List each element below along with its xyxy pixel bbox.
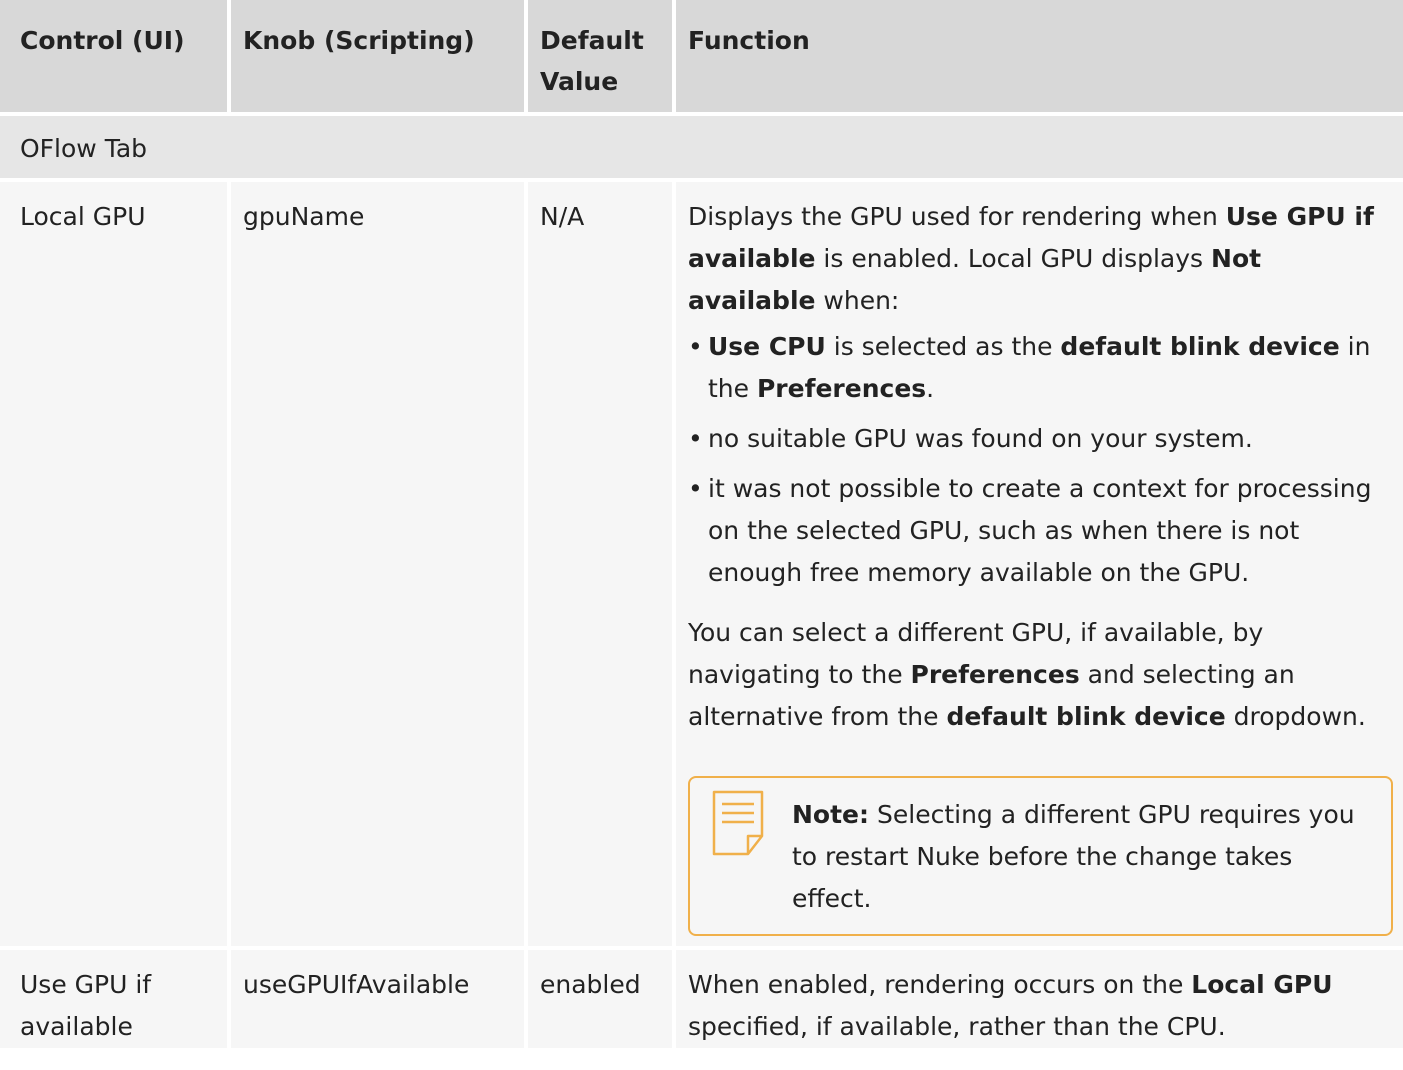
section-title: OFlow Tab [0, 116, 1403, 182]
table-body: OFlow Tab Local GPU gpuName N/A Displays… [0, 116, 1403, 1052]
cell-control: Local GPU [0, 182, 231, 950]
text-run: is selected as the [825, 332, 1061, 361]
text-run: dropdown. [1225, 702, 1366, 731]
knob-reference-table: Control (UI) Knob (Scripting) Default Va… [0, 0, 1403, 1052]
header-function: Function [676, 0, 1403, 116]
table-row-use-gpu-if-available: Use GPU if available useGPUIfAvailable e… [0, 950, 1403, 1052]
bold-term-default-blink-device: default blink device [1060, 332, 1340, 361]
cell-default: N/A [528, 182, 676, 950]
note-body: Selecting a different GPU requires you t… [792, 800, 1355, 913]
table-header: Control (UI) Knob (Scripting) Default Va… [0, 0, 1403, 116]
text-run: specified, if available, rather than the… [688, 1012, 1226, 1041]
text-run: when: [815, 286, 900, 315]
cell-control: Use GPU if available [0, 950, 231, 1052]
bullet-icon: • [688, 474, 703, 503]
header-knob: Knob (Scripting) [231, 0, 528, 116]
bold-term-use-cpu: Use CPU [708, 332, 826, 361]
header-control: Control (UI) [0, 0, 231, 116]
function-paragraph-2: You can select a different GPU, if avail… [688, 612, 1393, 738]
bold-term-local-gpu: Local GPU [1191, 970, 1333, 999]
text-run: no suitable GPU was found on your system… [708, 424, 1253, 453]
section-row-oflow-tab: OFlow Tab [0, 116, 1403, 182]
cell-function: Displays the GPU used for rendering when… [676, 182, 1403, 950]
note-label: Note: [792, 800, 870, 829]
text-run: it was not possible to create a context … [708, 474, 1372, 587]
bold-term-preferences: Preferences [756, 374, 927, 403]
bullet-icon: • [688, 424, 703, 453]
list-item: • it was not possible to create a context… [688, 468, 1393, 594]
function-paragraph: When enabled, rendering occurs on the Lo… [688, 964, 1393, 1048]
note-text: Note: Selecting a different GPU requires … [792, 794, 1373, 920]
header-default-value: Default Value [528, 0, 676, 116]
bold-term-preferences: Preferences [910, 660, 1080, 689]
text-run: is enabled. Local GPU displays [815, 244, 1212, 273]
cell-knob: gpuName [231, 182, 528, 950]
cell-default: enabled [528, 950, 676, 1052]
table-row-local-gpu: Local GPU gpuName N/A Displays the GPU u… [0, 182, 1403, 950]
list-item: • Use CPU is selected as the default blin… [688, 326, 1393, 410]
note-document-icon [712, 790, 764, 856]
text-run: . [926, 374, 935, 403]
text-run: When enabled, rendering occurs on the [688, 970, 1192, 999]
note-callout: Note: Selecting a different GPU requires … [688, 776, 1393, 936]
text-run: Displays the GPU used for rendering when [688, 202, 1226, 231]
bold-term-default-blink-device: default blink device [946, 702, 1226, 731]
list-item: • no suitable GPU was found on your syste… [688, 418, 1393, 460]
header-row: Control (UI) Knob (Scripting) Default Va… [0, 0, 1403, 116]
function-paragraph-1: Displays the GPU used for rendering when… [688, 196, 1393, 322]
cell-function: When enabled, rendering occurs on the Lo… [676, 950, 1403, 1052]
cell-knob: useGPUIfAvailable [231, 950, 528, 1052]
bullet-icon: • [688, 332, 703, 361]
condition-list: • Use CPU is selected as the default blin… [688, 326, 1393, 594]
